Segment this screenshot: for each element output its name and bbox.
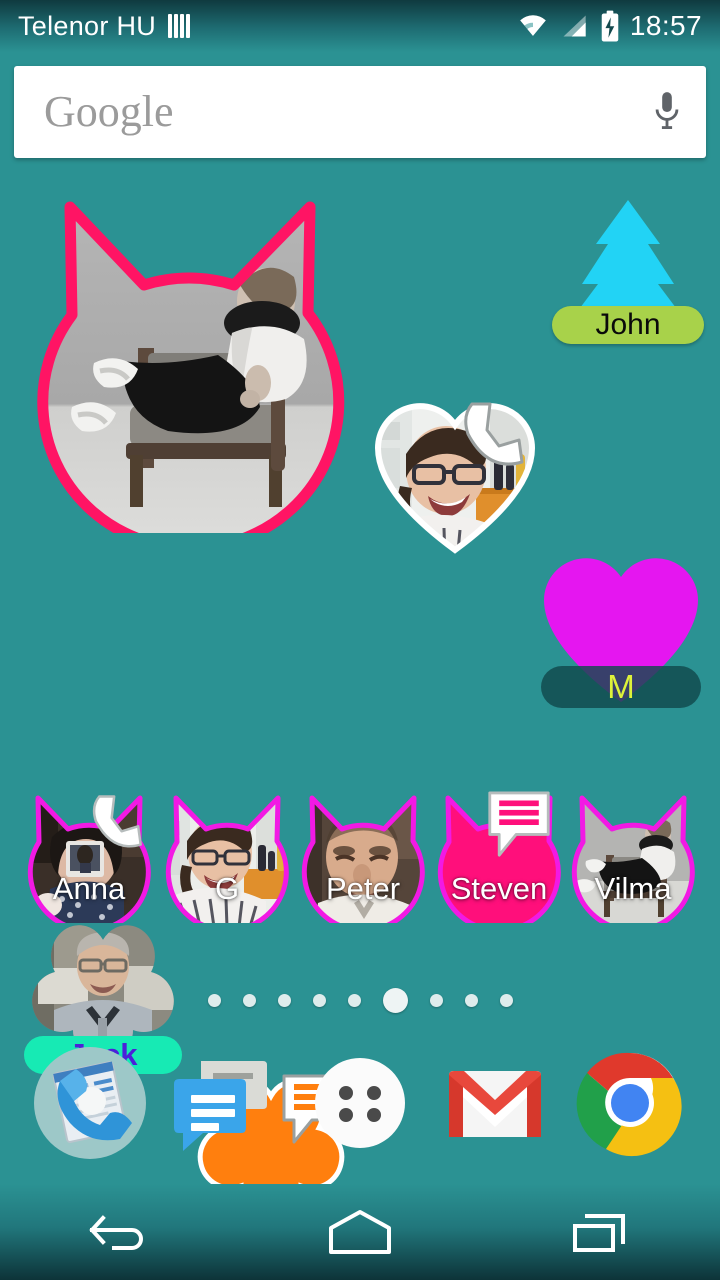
page-indicator[interactable] (0, 988, 720, 1013)
page-dot[interactable] (347, 994, 361, 1007)
dock-item-app-drawer[interactable] (300, 1043, 420, 1163)
peter-label: Peter (325, 871, 401, 906)
google-logo-text: Google (44, 87, 174, 136)
google-search-widget[interactable]: Google (14, 66, 706, 158)
widget-steven-cat[interactable]: Steven (432, 791, 566, 933)
recents-icon (573, 1214, 625, 1252)
john-label-pill: John (552, 306, 704, 344)
gmail-icon (449, 1071, 542, 1137)
chrome-icon (576, 1052, 682, 1157)
sim-signal-bars-icon (168, 14, 191, 38)
dock-item-messages[interactable] (165, 1043, 285, 1163)
widget-g-cat[interactable]: G (160, 793, 294, 933)
microphone-icon[interactable] (650, 88, 684, 136)
dock-item-gmail[interactable] (435, 1043, 555, 1163)
nav-back-button[interactable] (45, 1184, 195, 1280)
status-icons-group: 18:57 (516, 10, 702, 42)
carrier-label: Telenor HU (18, 10, 157, 41)
page-dot[interactable] (277, 994, 291, 1007)
g-label: G (214, 871, 240, 906)
page-dot[interactable] (499, 994, 513, 1007)
steven-cat-label: Steven (450, 871, 548, 906)
page-dot[interactable] (207, 994, 221, 1007)
cat-head-photo-frame (37, 201, 345, 554)
widget-heart-contact[interactable] (372, 392, 538, 558)
nav-home-button[interactable] (285, 1184, 435, 1280)
wifi-icon (520, 15, 546, 36)
john-label: John (595, 308, 661, 341)
widget-vilma-photo[interactable] (26, 193, 352, 554)
widget-peter-cat[interactable]: Peter (296, 793, 430, 933)
cellular-signal-icon (563, 15, 586, 37)
anna-label: Anna (52, 871, 126, 906)
vilma-label: Vilma (594, 871, 672, 906)
message-bubble-icon (488, 791, 550, 857)
dock-item-chrome[interactable] (570, 1043, 690, 1163)
page-dot-active[interactable] (382, 988, 408, 1013)
page-dot[interactable] (242, 994, 256, 1007)
messages-icon (173, 1061, 267, 1151)
dock-item-phone-contacts[interactable] (30, 1043, 150, 1163)
widget-vilma-cat[interactable]: Vilma (566, 793, 700, 933)
navigation-bar (0, 1184, 720, 1280)
page-dot[interactable] (429, 994, 443, 1007)
home-screen: Telenor HU 18:57 Google John M Anna G Pe… (0, 0, 720, 1280)
phone-call-icon (464, 402, 524, 466)
app-drawer-icon (314, 1058, 405, 1148)
phone-contacts-icon (33, 1047, 146, 1159)
widget-john-tree[interactable]: John (548, 196, 708, 348)
m-label-pill: M (541, 666, 701, 708)
widget-m-heart[interactable]: M (538, 544, 704, 710)
back-arrow-icon (89, 1215, 143, 1250)
widget-anna-cat[interactable]: Anna (22, 793, 156, 933)
battery-charging-icon (601, 10, 619, 42)
page-dot[interactable] (464, 994, 478, 1007)
page-dot[interactable] (312, 994, 326, 1007)
status-bar[interactable]: Telenor HU 18:57 (0, 0, 720, 52)
phone-call-icon (92, 795, 142, 848)
home-icon (329, 1210, 391, 1254)
m-label: M (607, 668, 635, 705)
dock (0, 1040, 720, 1166)
clock: 18:57 (629, 10, 702, 41)
nav-recents-button[interactable] (525, 1184, 675, 1280)
